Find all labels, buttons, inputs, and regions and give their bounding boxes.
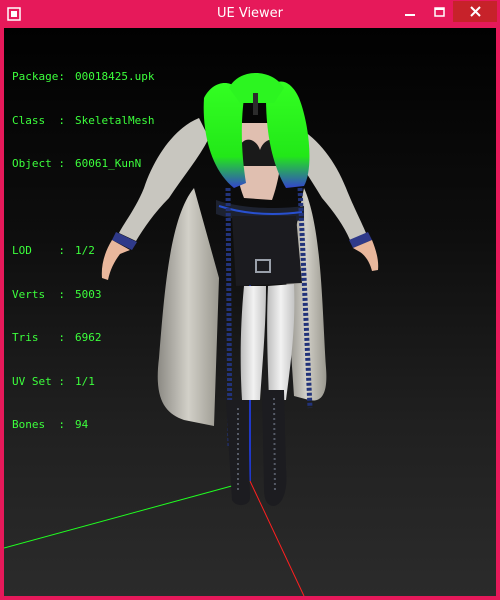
info-value: 1/1 [75,374,95,388]
info-value: 1/2 [75,244,95,257]
right-leg [267,284,295,400]
info-row-uvset: UV Set : 1/1 [12,375,154,390]
app-window: UE Viewer Package: 00018425.upk Class: … [0,0,500,600]
close-icon [469,6,481,17]
info-label: LOD : [12,244,65,257]
info-value: 5003 [75,287,102,301]
info-value: SkeletalMesh [75,113,155,127]
info-row-object: Object : 60061_KunN [12,157,154,172]
3d-viewport[interactable]: Package: 00018425.upk Class : SkeletalMesh… [4,28,496,596]
info-label: Tris : [12,331,65,344]
info-label: Bones : [12,418,65,431]
close-button[interactable] [453,1,497,22]
info-row-tris: Tris : 6962 [12,331,154,346]
zipper-pull [253,93,258,115]
maximize-button[interactable] [425,1,453,22]
info-value: 60061_KunN [75,157,142,170]
info-label: UV Set : [12,374,65,388]
info-row-class: Class : SkeletalMesh [12,114,154,129]
title-bar[interactable]: UE Viewer [0,0,500,28]
skirt [232,216,302,286]
info-label: Class : [12,113,65,127]
info-label: Object : [12,157,65,170]
info-row-lod: LOD : 1/2 [12,244,154,259]
minimize-button[interactable] [395,1,425,22]
axis-y-line [4,480,251,549]
info-value: 00018425.upk [75,70,155,83]
info-row-verts: Verts : 5003 [12,288,154,303]
info-row-bones: Bones : 94 [12,418,154,433]
info-value: 94 [75,418,89,431]
maximize-icon [433,6,445,17]
info-label: Package: [12,70,65,83]
mesh-info-overlay: Package: 00018425.upk Class : SkeletalMesh… [12,41,154,462]
left-leg [240,286,266,400]
coat-left-panel [157,188,219,426]
info-label: Verts : [12,287,65,301]
info-value: 6962 [75,331,102,344]
minimize-icon [405,13,415,16]
info-row-package: Package: 00018425.upk [12,70,154,85]
